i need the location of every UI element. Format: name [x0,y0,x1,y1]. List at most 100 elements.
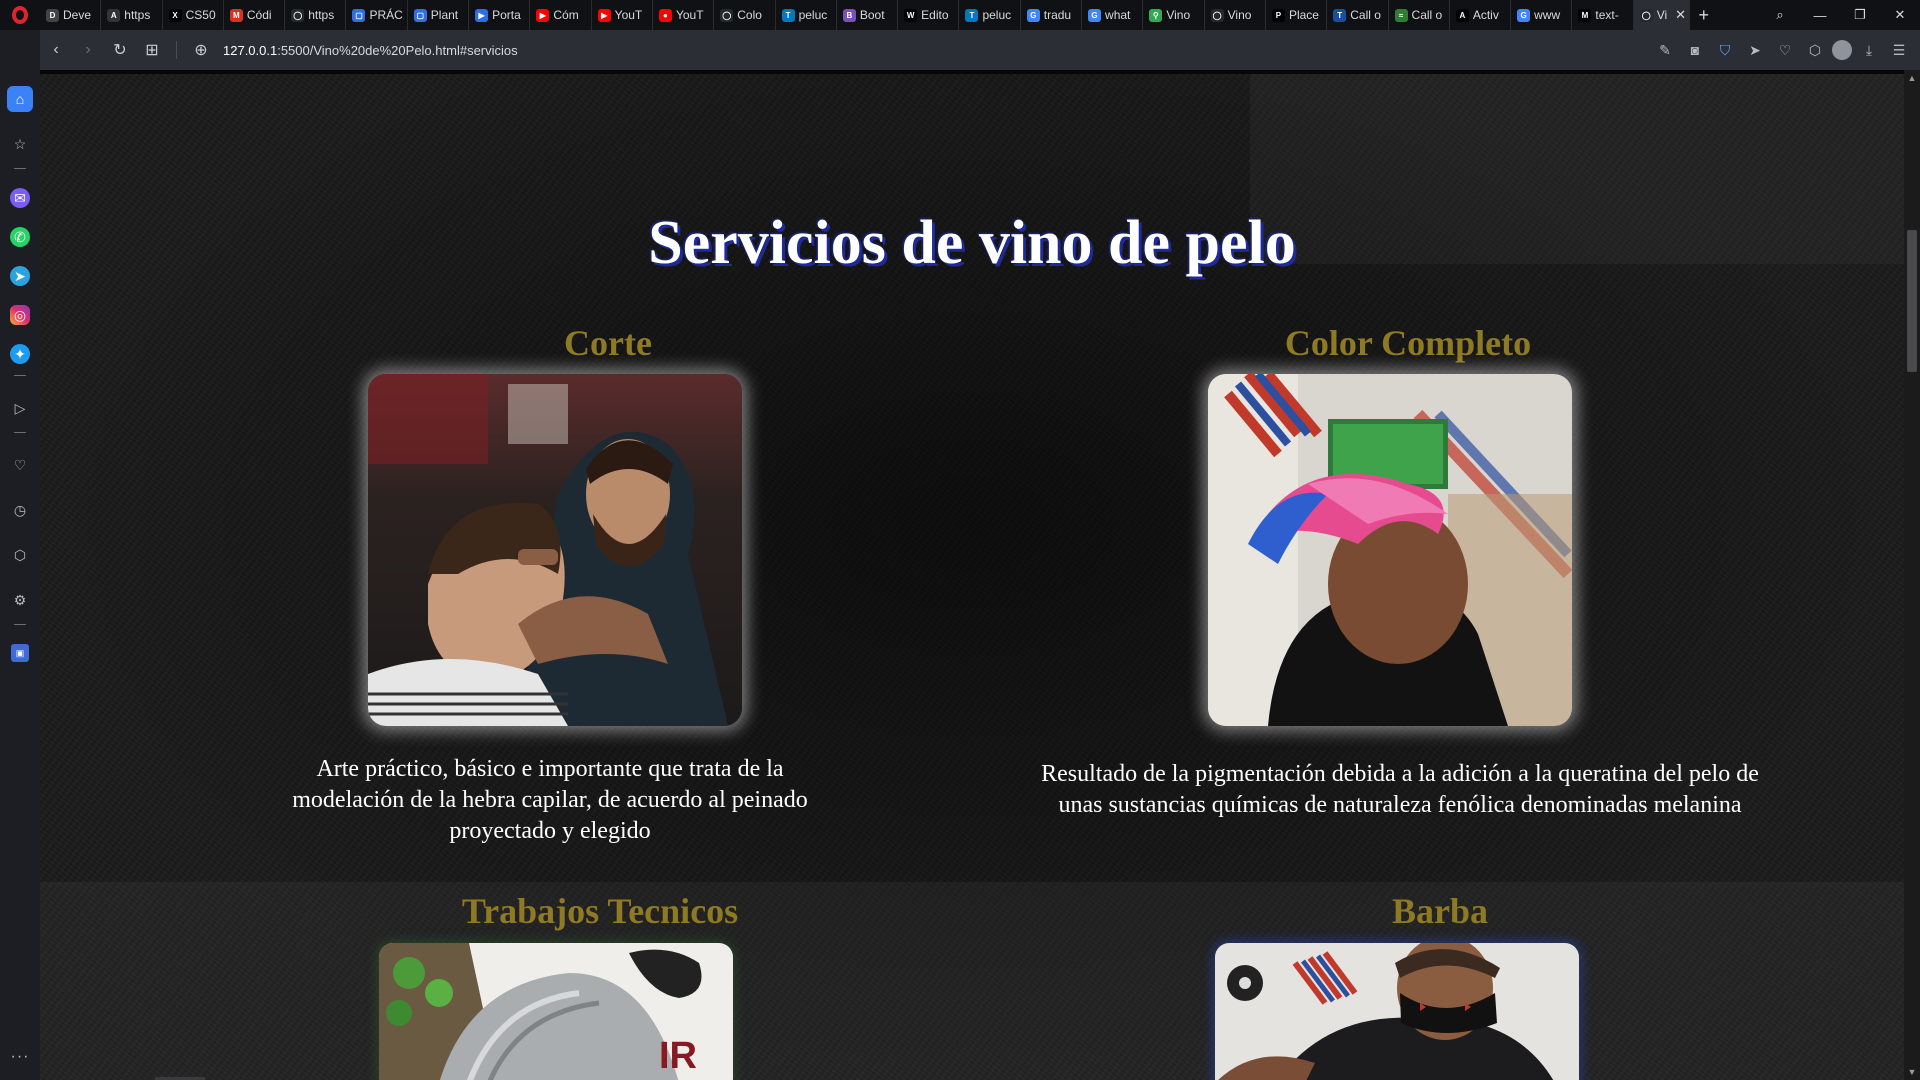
instagram-icon[interactable]: ◎ [10,305,30,325]
barber-beard-trim-photo [1215,943,1579,1080]
tab[interactable]: Gwww [1511,0,1573,30]
toolbar-actions: ✎ ◙ ⛉ ➤ ♡ ⬡ ⤓ ☰ [1652,40,1920,60]
history-clock-icon[interactable]: ◷ [7,497,33,523]
youtube-icon: ▶ [597,8,611,22]
sidebar-divider [14,375,26,376]
tab[interactable]: D Deve [40,0,102,30]
vpn-shield-icon[interactable]: ⛉ [1712,42,1738,59]
service-title-corte: Corte [564,323,652,363]
tab-label: www [1534,8,1561,22]
tab-label: Porta [492,8,521,22]
youtube-music-icon: ● [658,8,672,22]
divider [176,41,177,59]
back-button[interactable]: ‹ [40,41,72,59]
easy-setup-icon[interactable]: ☰ [1886,42,1912,59]
twitter-icon[interactable]: ✦ [10,344,30,364]
tab-label: peluc [982,8,1012,22]
telegram-icon[interactable]: ➤ [10,266,30,286]
tab[interactable]: ▢ Plant [408,0,470,30]
address-bar: ‹ › ↻ ⊞ ⊕ 127.0.0.1:5500/Vino%20de%20Pel… [40,30,1920,70]
tab[interactable]: ● YouT [653,0,715,30]
tab[interactable]: X CS50 [163,0,224,30]
tab[interactable]: Mtext- [1572,0,1634,30]
pink-dyed-hair-photo [1208,374,1572,726]
new-tab-button[interactable]: + [1690,5,1718,26]
profile-avatar[interactable] [1832,40,1852,60]
whatsapp-icon[interactable]: ✆ [10,227,30,247]
service-title-barba: Barba [1391,891,1488,931]
x-icon: X [168,8,182,22]
svg-text:IR: IR [659,1035,697,1077]
tab[interactable]: ⚲ Vino [1143,0,1205,30]
more-options-icon[interactable]: ··· [11,1048,30,1066]
tab[interactable]: Ahttps [101,0,163,30]
tab-label: Boot [859,8,885,22]
scroll-up-arrow-icon[interactable]: ▲ [1904,70,1920,86]
tab[interactable]: ◯ Vino [1205,0,1266,30]
messenger-icon[interactable]: ✉ [10,188,30,208]
service-description-corte: Arte práctico, básico e importante que t… [292,756,808,844]
minimize-button[interactable]: — [1800,8,1840,23]
url-field[interactable]: 127.0.0.1:5500/Vino%20de%20Pelo.html#ser… [223,43,518,58]
tab-label: Vino [1227,8,1252,22]
extension-app-icon[interactable]: ▣ [11,644,29,662]
player-icon[interactable]: ▷ [7,395,33,421]
a-triangle-icon: A [1455,8,1469,22]
tab[interactable]: A Activ [1450,0,1512,30]
scroll-down-arrow-icon[interactable]: ▼ [1904,1064,1920,1080]
tab[interactable]: P Place [1266,0,1328,30]
search-tabs-icon[interactable]: ⌕ [1760,7,1800,23]
tab-grid-icon[interactable]: ⊞ [136,40,168,60]
tab[interactable]: Tpeluc [776,0,837,30]
maps-icon: ⚲ [1149,8,1163,22]
service-description-color-completo: Resultado de la pigmentación debida a la… [1041,761,1759,818]
tab[interactable]: T Call o [1327,0,1389,30]
tab[interactable]: W Edito [898,0,960,30]
tab-label: Call o [1411,8,1443,22]
vertical-scrollbar[interactable]: ▲ ▼ [1904,70,1920,1080]
tab[interactable]: ▢ PRÁC [346,0,408,30]
tab[interactable]: Gwhat [1082,0,1144,30]
tab[interactable]: Gtradu [1021,0,1083,30]
tab-label: Vi [1656,8,1668,22]
cube-icon[interactable]: ⬡ [1802,42,1828,59]
reload-button[interactable]: ↻ [104,40,136,60]
github-icon: ◯ [291,8,305,22]
tab[interactable]: ▶ Cóm [530,0,592,30]
scrollbar-thumb[interactable] [1907,230,1917,372]
tab[interactable]: ▶ YouT [592,0,653,30]
settings-gear-icon[interactable]: ⚙ [7,587,33,613]
edit-icon[interactable]: ✎ [1652,42,1678,59]
close-tab-icon[interactable]: ✕ [1675,7,1686,23]
site-info-icon[interactable]: ⊕ [185,40,217,60]
tab[interactable]: ◯ https [285,0,347,30]
youtube-icon: ▶ [536,8,550,22]
send-icon[interactable]: ➤ [1742,42,1768,59]
opera-menu-button[interactable] [0,0,40,30]
tab[interactable]: M Códi [224,0,286,30]
tab[interactable]: ◯ Colo [714,0,776,30]
snapshot-icon[interactable]: ◙ [1682,42,1708,58]
close-window-button[interactable]: ✕ [1880,7,1920,23]
home-icon[interactable]: ⌂ [7,86,33,112]
bookmarks-star-icon[interactable]: ☆ [7,131,33,157]
p-icon: P [1271,8,1285,22]
tab[interactable]: ≈ Call o [1389,0,1450,30]
forward-button[interactable]: › [72,41,104,59]
github-icon: ◯ [1639,8,1653,22]
github-icon: ◯ [1210,8,1224,22]
tab-active[interactable]: ◯ Vi ✕ [1633,0,1690,30]
pinboards-heart-icon[interactable]: ♡ [7,452,33,478]
tab-label: Plant [430,8,459,22]
extensions-cube-icon[interactable]: ⬡ [7,542,33,568]
tyc-icon: T [1333,8,1347,22]
tab[interactable]: Tpeluc [959,0,1021,30]
url-host: 127.0.0.1 [223,42,278,58]
tab[interactable]: B Boot [837,0,899,30]
bootstrap-icon: B [842,8,856,22]
download-icon[interactable]: ⤓ [1856,42,1882,59]
tab[interactable]: ▶ Porta [469,0,531,30]
heart-icon[interactable]: ♡ [1772,42,1798,59]
restore-button[interactable]: ❐ [1840,7,1880,23]
trello-icon: T [965,8,979,22]
